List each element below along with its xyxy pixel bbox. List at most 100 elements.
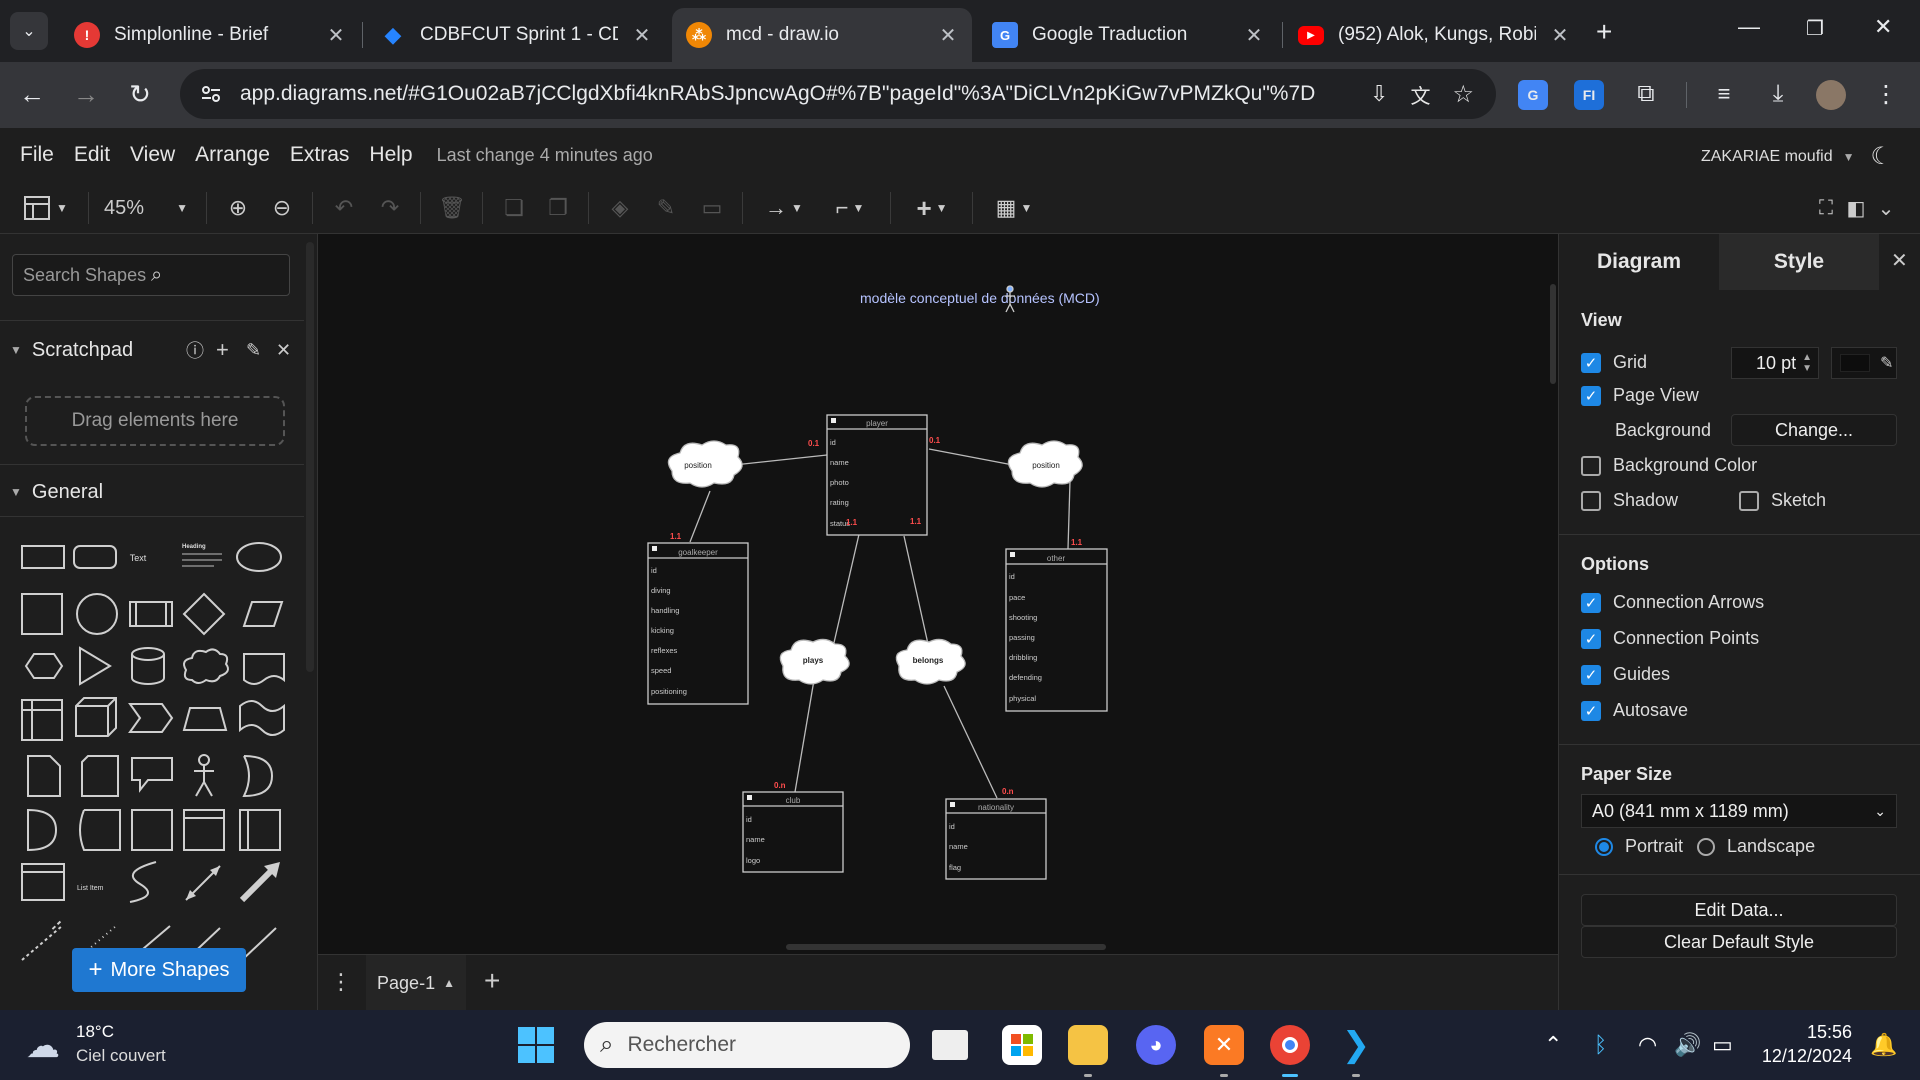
edit-data-button[interactable]: Edit Data... [1581, 894, 1897, 926]
battery-icon[interactable]: ▭ [1712, 1032, 1733, 1058]
site-info-icon[interactable] [200, 83, 222, 105]
menu-extras[interactable]: Extras [280, 143, 360, 167]
autosave-option[interactable]: ✓ Autosave [1581, 700, 1688, 721]
background-color-checkbox[interactable] [1581, 455, 1601, 476]
grid-size-input[interactable]: 10 pt ▲ ▼ [1731, 347, 1819, 379]
connection-points-option[interactable]: ✓ Connection Points [1581, 628, 1759, 649]
entity-nationality[interactable]: nationality id name flag [945, 798, 1047, 880]
relation-position-right[interactable]: position [1007, 440, 1083, 488]
close-icon[interactable]: ✕ [632, 23, 652, 48]
clock-time[interactable]: 15:56 [1782, 1022, 1852, 1043]
downloads-icon[interactable]: ⤓ [1760, 76, 1796, 112]
fi-extension-icon[interactable]: FI [1574, 80, 1604, 110]
landscape-option[interactable]: Landscape [1697, 836, 1815, 857]
tab-youtube[interactable]: ▶ (952) Alok, Kungs, Robin ✕ [1284, 8, 1584, 62]
clock-date[interactable]: 12/12/2024 [1760, 1046, 1852, 1067]
media-control-icon[interactable]: ≡ [1706, 76, 1742, 112]
delete-icon[interactable]: 🗑 [436, 192, 468, 224]
volume-icon[interactable]: 🔊 [1674, 1032, 1701, 1058]
entity-other[interactable]: other id pace shooting passing dribbling… [1005, 548, 1108, 712]
wifi-icon[interactable]: ◠ [1638, 1032, 1657, 1058]
portrait-radio[interactable] [1595, 837, 1613, 856]
back-icon[interactable]: ← [14, 76, 50, 112]
windows-start-icon[interactable] [518, 1027, 554, 1063]
bookmark-star-icon[interactable]: ☆ [1452, 80, 1474, 109]
zoom-in-icon[interactable]: ⊕ [222, 192, 254, 224]
address-bar[interactable]: app.diagrams.net/#G1Ou02aB7jCClgdXbfi4kn… [180, 69, 1496, 119]
table-icon[interactable]: ▦ ▼ [988, 192, 1040, 224]
format-panel-toggle-icon[interactable]: ▼ [18, 192, 74, 224]
canvas-horizontal-scrollbar[interactable] [786, 944, 1106, 950]
close-icon[interactable]: ✕ [938, 23, 958, 48]
microsoft-store-icon[interactable] [1002, 1025, 1042, 1065]
sidebar-scrollbar[interactable] [306, 242, 314, 672]
task-view-icon[interactable] [932, 1030, 968, 1060]
dark-mode-moon-icon[interactable]: ☾ [1870, 142, 1892, 171]
insert-plus-icon[interactable]: + ▼ [906, 192, 958, 224]
zoom-out-icon[interactable]: ⊖ [266, 192, 298, 224]
shadow-option[interactable]: Shadow [1581, 490, 1678, 511]
chevron-up-icon[interactable]: ▲ [443, 976, 455, 990]
relation-position-left[interactable]: position [667, 440, 743, 488]
stepper-icon[interactable]: ▲ ▼ [1802, 352, 1812, 374]
fullscreen-icon[interactable]: ⛶ [1810, 192, 1842, 224]
diagram-canvas[interactable]: modèle conceptuel de données (MCD) posit… [318, 234, 1558, 954]
paper-size-select[interactable]: A0 (841 mm x 1189 mm) ⌄ [1581, 794, 1897, 828]
change-background-button[interactable]: Change... [1731, 414, 1897, 446]
menu-view[interactable]: View [120, 143, 185, 167]
grid-color-picker[interactable]: ✎ [1831, 347, 1897, 379]
general-header[interactable]: ▼ General [0, 470, 300, 514]
diagram-title[interactable]: modèle conceptuel de données (MCD) [860, 290, 1100, 306]
user-name[interactable]: ZAKARIAE moufid [1701, 148, 1833, 166]
chevron-down-icon[interactable]: ▼ [1843, 150, 1855, 164]
taskbar-search-input[interactable]: ⌕ Rechercher [584, 1022, 910, 1068]
connection-style-icon[interactable]: → ▼ [758, 192, 810, 224]
general-shapes-palette[interactable]: Text Heading List Item [14, 530, 286, 930]
new-tab-button[interactable]: + [1596, 16, 1612, 48]
background-color-option[interactable]: Background Color [1581, 455, 1757, 476]
vscode-icon[interactable]: ❯ [1336, 1025, 1376, 1065]
scratchpad-dropzone[interactable]: Drag elements here [25, 396, 285, 446]
entity-club[interactable]: club id name logo [742, 791, 844, 873]
close-icon[interactable]: ✕ [276, 340, 291, 361]
xampp-icon[interactable]: ✕ [1204, 1025, 1244, 1065]
mcd-diagram[interactable]: modèle conceptuel de données (MCD) posit… [318, 234, 1558, 954]
reload-icon[interactable]: ↻ [122, 76, 158, 112]
tab-jira[interactable]: ◆ CDBFCUT Sprint 1 - CDBF ✕ [366, 8, 666, 62]
add-page-button[interactable]: + [484, 965, 500, 997]
weather-temp[interactable]: 18°C [76, 1022, 114, 1042]
undo-icon[interactable]: ↶ [328, 192, 360, 224]
weather-cloud-icon[interactable]: ☁ [26, 1026, 60, 1066]
waypoints-icon[interactable]: ⌐ ▼ [824, 192, 876, 224]
menu-file[interactable]: File [10, 143, 64, 167]
tab-simplonline[interactable]: ! Simplonline - Brief ✕ [60, 8, 360, 62]
restore-button[interactable]: ❐ [1806, 16, 1824, 41]
forward-icon[interactable]: → [68, 76, 104, 112]
more-shapes-button[interactable]: + More Shapes [72, 948, 246, 992]
menu-help[interactable]: Help [359, 143, 422, 167]
install-app-icon[interactable]: ⇩ [1370, 81, 1388, 107]
search-icon[interactable]: ⌕ [151, 264, 279, 287]
entity-goalkeeper[interactable]: goalkeeper id diving handling kicking re… [647, 542, 749, 705]
collapse-toolbar-icon[interactable]: ⌄ [1870, 192, 1902, 224]
discord-icon[interactable]: ◕ [1136, 1025, 1176, 1065]
shadow-checkbox[interactable] [1581, 490, 1601, 511]
connection-points-checkbox[interactable]: ✓ [1581, 628, 1601, 649]
to-front-icon[interactable]: ❏ [498, 192, 530, 224]
weather-desc[interactable]: Ciel couvert [76, 1046, 166, 1066]
close-icon[interactable]: ✕ [1244, 23, 1264, 48]
portrait-option[interactable]: Portrait [1595, 836, 1683, 857]
minimize-button[interactable]: — [1738, 14, 1760, 40]
grid-option[interactable]: ✓ Grid [1581, 352, 1647, 373]
edit-pencil-icon[interactable]: ✎ [246, 340, 261, 361]
file-explorer-icon[interactable] [1068, 1025, 1108, 1065]
google-translate-extension-icon[interactable]: G [1518, 80, 1548, 110]
redo-icon[interactable]: ↷ [374, 192, 406, 224]
guides-option[interactable]: ✓ Guides [1581, 664, 1670, 685]
landscape-radio[interactable] [1697, 837, 1715, 856]
bluetooth-icon[interactable]: ᛒ [1594, 1032, 1607, 1058]
autosave-checkbox[interactable]: ✓ [1581, 700, 1601, 721]
scratchpad-header[interactable]: ▼ Scratchpad ⓘ + ✎ ✕ [0, 328, 300, 372]
chevron-up-icon[interactable]: ⌃ [1544, 1032, 1562, 1058]
extensions-puzzle-icon[interactable]: ⧉ [1628, 76, 1664, 112]
